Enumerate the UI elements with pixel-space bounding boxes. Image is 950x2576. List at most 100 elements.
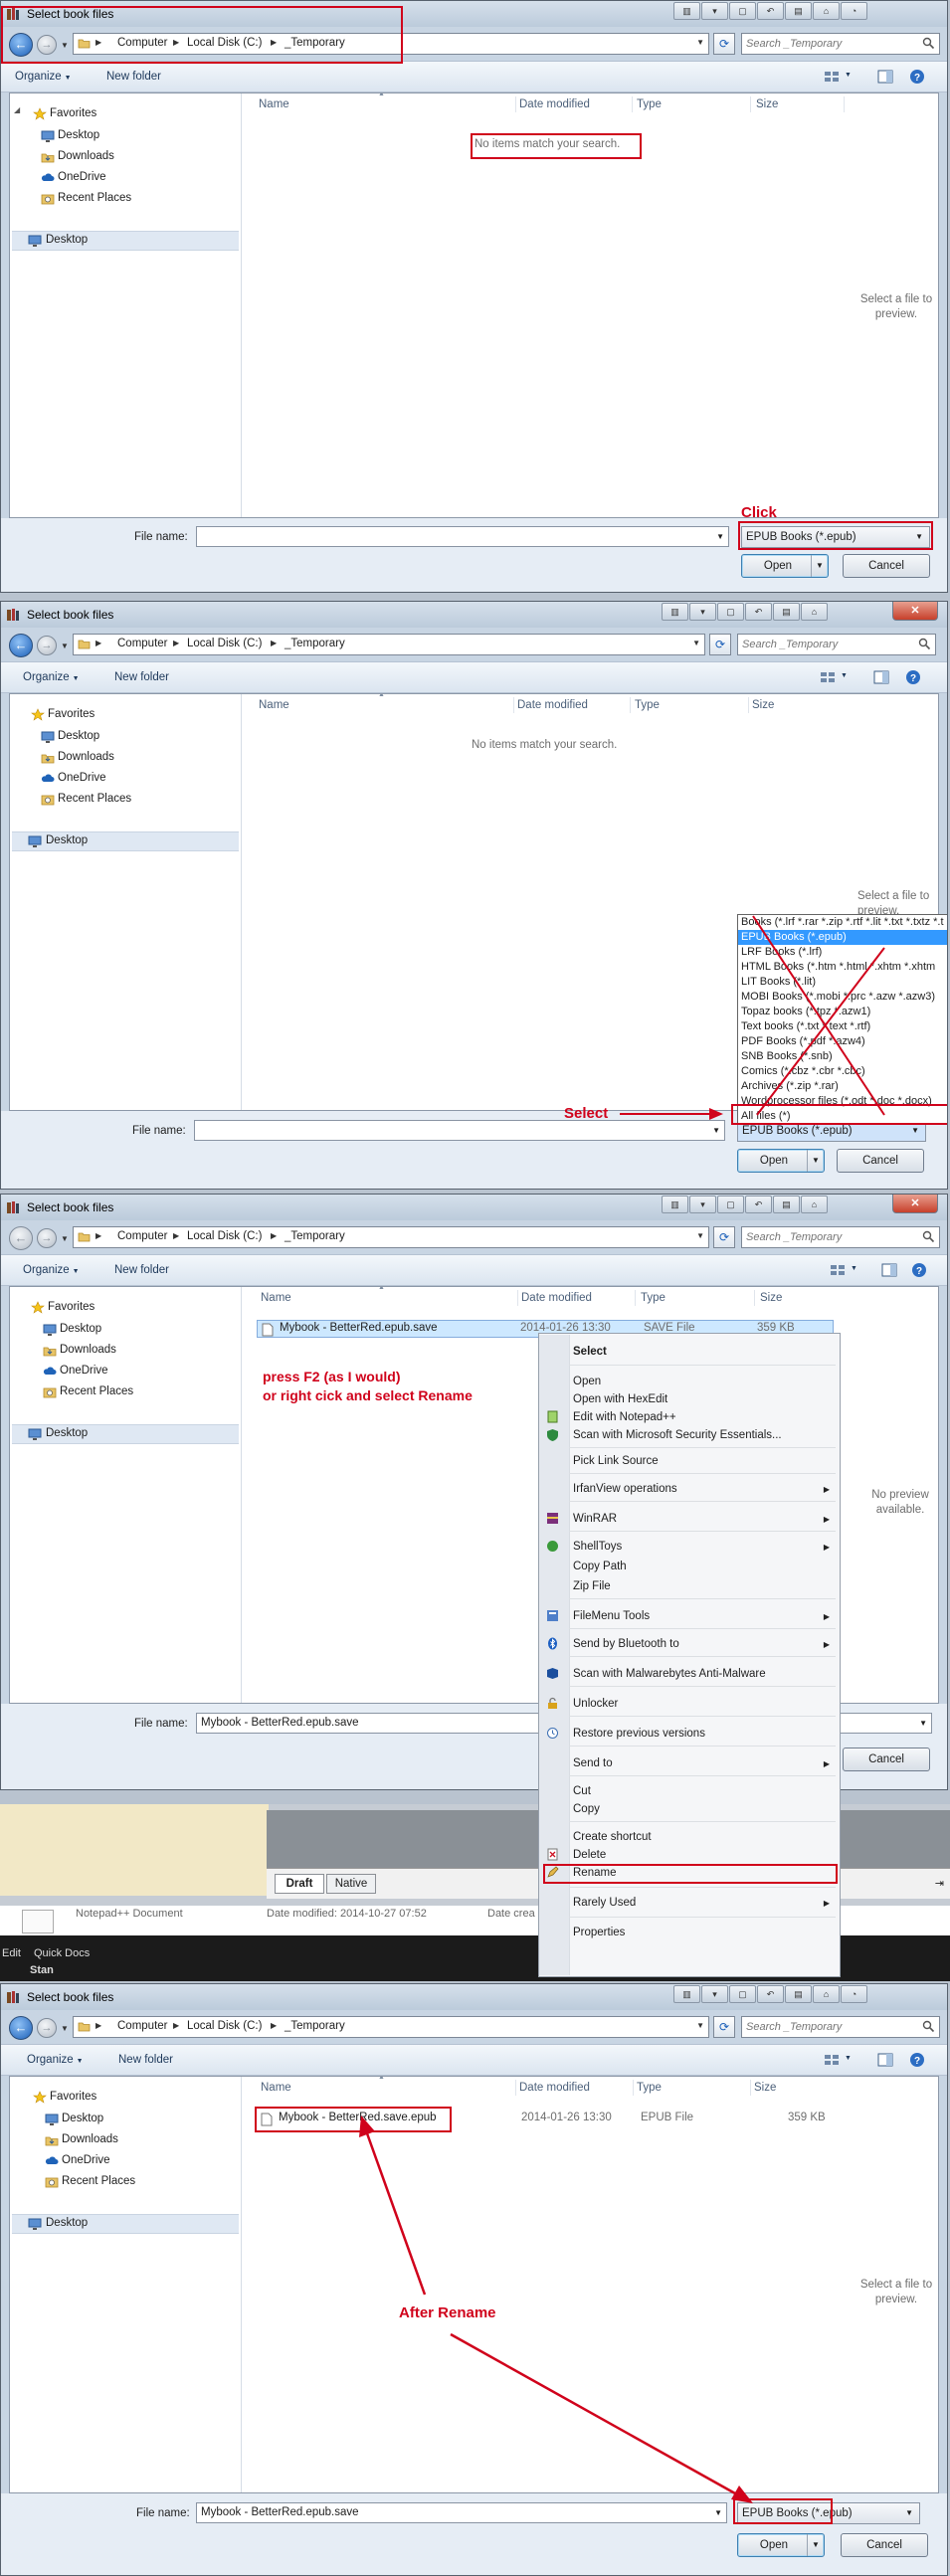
menu-item-select[interactable]: Select [573, 1346, 607, 1358]
nav-desktop-root[interactable]: Desktop [12, 1424, 239, 1444]
preview-pane-icon[interactable] [880, 1262, 898, 1278]
menu-item-send-to[interactable]: Send to [573, 1757, 613, 1769]
menu-item-scan-security-essentials[interactable]: Scan with Microsoft Security Essentials.… [573, 1429, 782, 1441]
help-icon[interactable]: ? [910, 1262, 928, 1278]
column-separator[interactable] [844, 96, 845, 112]
toolbar-button[interactable]: ▾ [689, 1196, 716, 1213]
menu-item-irfanview[interactable]: IrfanView operations [573, 1483, 677, 1495]
search-input[interactable] [746, 1229, 915, 1245]
back-arrow-icon[interactable]: ← [9, 1226, 33, 1250]
toolbar-button[interactable]: ↶ [757, 2, 784, 20]
open-button[interactable]: Open ▼ [741, 554, 829, 578]
column-separator[interactable] [517, 1290, 518, 1306]
search-icon[interactable] [922, 37, 935, 50]
toolbar-button[interactable]: ▥ [662, 1196, 688, 1213]
menu-item-properties[interactable]: Properties [573, 1927, 625, 1938]
menu-item-unlocker[interactable]: Unlocker [573, 1698, 618, 1710]
chevron-down-icon[interactable]: ▼ [696, 38, 704, 47]
chevron-right-icon[interactable]: ▶ [173, 1231, 179, 1240]
forward-arrow-icon[interactable]: → [37, 1228, 57, 1248]
chevron-down-icon[interactable]: ▼ [696, 1231, 704, 1240]
tab-draft[interactable]: Draft [275, 1874, 324, 1894]
organize-button[interactable]: Organize ▼ [23, 1264, 80, 1276]
chevron-down-icon[interactable]: ▼ [845, 72, 852, 79]
column-date-modified[interactable]: Date modified [519, 93, 590, 115]
column-separator[interactable] [632, 96, 633, 112]
menu-item-send-by-bluetooth[interactable]: Send by Bluetooth to [573, 1638, 679, 1650]
new-folder-button[interactable]: New folder [114, 1264, 169, 1276]
refresh-icon[interactable]: ⟳ [713, 33, 735, 55]
toolbar-button[interactable]: ▢ [717, 1196, 744, 1213]
menu-item-open[interactable]: Open [573, 1376, 601, 1387]
breadcrumb-temporary[interactable]: _Temporary [285, 1230, 345, 1242]
help-icon[interactable]: ? [908, 69, 926, 85]
search-box[interactable] [741, 1226, 940, 1248]
menu-item-copy[interactable]: Copy [573, 1803, 600, 1815]
nav-item-onedrive[interactable]: OneDrive [43, 1365, 108, 1377]
menu-item-pick-link-source[interactable]: Pick Link Source [573, 1455, 659, 1467]
menu-item-winrar[interactable]: WinRAR [573, 1513, 617, 1525]
chevron-right-icon[interactable]: ▶ [271, 1231, 277, 1240]
menu-item-delete[interactable]: Delete [573, 1849, 606, 1861]
refresh-icon[interactable]: ⟳ [713, 1226, 735, 1248]
chevron-down-icon[interactable]: ▼ [919, 1714, 927, 1733]
column-size[interactable]: Size [756, 93, 778, 115]
menu-item-copy-path[interactable]: Copy Path [573, 1561, 627, 1572]
column-separator[interactable] [635, 1290, 636, 1306]
address-bar[interactable]: ▶ Computer ▶ Local Disk (C:) ▶ _Temporar… [73, 1226, 709, 1248]
column-date-modified[interactable]: Date modified [521, 1287, 592, 1309]
toolbar-button[interactable]: ◔ [841, 2, 867, 20]
column-type[interactable]: Type [641, 1287, 665, 1309]
view-options-icon[interactable] [823, 69, 841, 85]
collapse-arrow-icon[interactable]: ◢ [14, 105, 20, 114]
toolbar-button[interactable]: ▤ [773, 1196, 800, 1213]
column-name[interactable]: Name [261, 1287, 291, 1309]
nav-item-desktop[interactable]: Desktop [41, 129, 99, 142]
scroll-end-icon[interactable]: ⇥ [935, 1877, 944, 1890]
toolbar-button[interactable]: ▥ [673, 2, 700, 20]
toolbar-button[interactable]: ▢ [729, 2, 756, 20]
nav-item-downloads[interactable]: Downloads [43, 1344, 116, 1357]
search-box[interactable] [741, 33, 940, 55]
breadcrumb-computer[interactable]: Computer [117, 1230, 168, 1242]
menu-item-shelltoys[interactable]: ShellToys [573, 1541, 622, 1553]
tab-native[interactable]: Native [326, 1874, 376, 1894]
toolbar-button[interactable]: ▤ [785, 2, 812, 20]
column-separator[interactable] [754, 1290, 755, 1306]
toolbar-button[interactable]: ⌂ [813, 2, 840, 20]
cancel-button[interactable]: Cancel [843, 554, 930, 578]
chevron-down-icon[interactable]: ▼ [61, 1234, 69, 1243]
new-folder-button[interactable]: New folder [106, 71, 161, 83]
column-separator[interactable] [750, 96, 751, 112]
menu-item-cut[interactable]: Cut [573, 1785, 591, 1797]
chevron-down-icon[interactable]: ▼ [716, 527, 724, 546]
nav-favorites[interactable]: Favorites [31, 1301, 95, 1314]
column-type[interactable]: Type [637, 93, 662, 115]
nav-item-desktop[interactable]: Desktop [43, 1323, 101, 1336]
chevron-down-icon[interactable]: ▼ [811, 555, 828, 577]
menu-item-create-shortcut[interactable]: Create shortcut [573, 1831, 652, 1843]
cancel-button[interactable]: Cancel [843, 1748, 930, 1771]
nav-item-recent-places[interactable]: Recent Places [41, 192, 131, 205]
toolbar-button[interactable]: ▾ [701, 2, 728, 20]
toolbar-button[interactable]: ↶ [745, 1196, 772, 1213]
nav-item-onedrive[interactable]: OneDrive [41, 171, 106, 183]
column-separator[interactable] [515, 96, 516, 112]
search-icon[interactable] [922, 1230, 935, 1243]
column-size[interactable]: Size [760, 1287, 782, 1309]
toolbar-button[interactable]: ⌂ [801, 1196, 828, 1213]
menu-item-filemenu-tools[interactable]: FileMenu Tools [573, 1610, 650, 1622]
view-options-icon[interactable] [829, 1262, 847, 1278]
menu-item-restore-previous-versions[interactable]: Restore previous versions [573, 1728, 705, 1740]
breadcrumb-local-disk[interactable]: Local Disk (C:) [187, 1230, 262, 1242]
file-name-input[interactable]: ▼ [196, 526, 729, 547]
nav-item-recent-places[interactable]: Recent Places [43, 1385, 133, 1398]
column-name[interactable]: Name [259, 93, 289, 115]
nav-favorites[interactable]: Favorites [33, 107, 96, 120]
menu-item-zip-file[interactable]: Zip File [573, 1580, 611, 1592]
menu-item-open-with-hexedit[interactable]: Open with HexEdit [573, 1393, 667, 1405]
nav-desktop-root[interactable]: Desktop [12, 231, 239, 251]
chevron-down-icon[interactable]: ▼ [851, 1265, 857, 1272]
organize-button[interactable]: Organize ▼ [15, 71, 72, 83]
preview-pane-icon[interactable] [876, 69, 894, 85]
